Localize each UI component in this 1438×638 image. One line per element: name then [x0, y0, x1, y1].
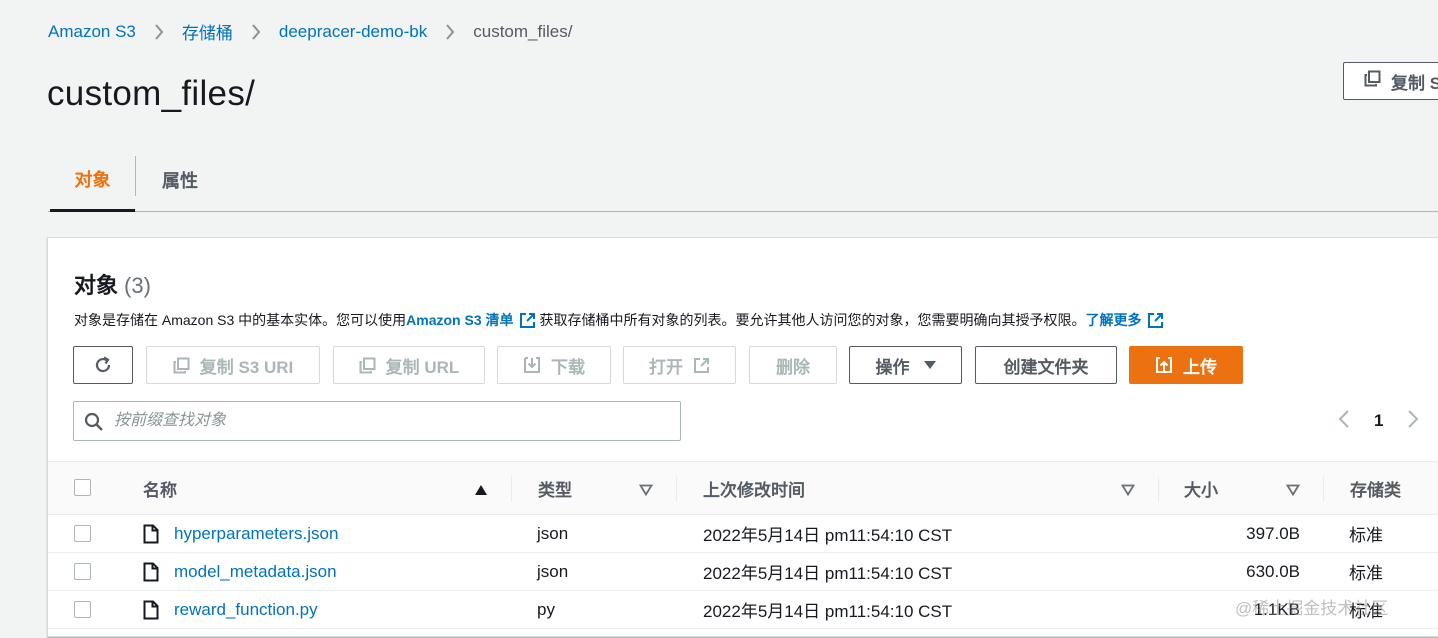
watermark: @稀土掘金技术社区 [1235, 599, 1389, 618]
object-name-link[interactable]: hyperparameters.json [174, 515, 338, 552]
external-link-icon[interactable] [1147, 312, 1164, 329]
table-header: 名称 类型 上次修改时间 大小 存储类 [48, 461, 1438, 515]
page-number[interactable]: 1 [1374, 411, 1383, 431]
object-size: 397.0B [1246, 523, 1300, 543]
column-header-name[interactable]: 名称 [143, 462, 177, 515]
chevron-right-icon[interactable] [1407, 409, 1419, 434]
breadcrumb-current: custom_files/ [473, 21, 573, 41]
row-checkbox[interactable] [74, 601, 91, 618]
sort-ascending-icon[interactable] [474, 483, 488, 501]
download-button[interactable]: 下载 [497, 346, 611, 384]
tab-properties[interactable]: 属性 [136, 148, 224, 211]
select-all-checkbox[interactable] [74, 479, 91, 496]
sort-icon[interactable] [1285, 483, 1301, 501]
column-divider [1323, 476, 1324, 502]
pagination: 1 [1338, 404, 1419, 438]
chevron-right-icon [152, 22, 166, 42]
sort-icon[interactable] [1120, 483, 1136, 501]
object-type: py [537, 599, 555, 619]
refresh-icon [93, 355, 113, 375]
breadcrumb: Amazon S3 存储桶 deepracer-demo-bk custom_f… [48, 19, 572, 44]
copy-icon [1364, 70, 1381, 92]
objects-panel: 对象 (3) 对象是存储在 Amazon S3 中的基本实体。您可以使用 Amaz… [47, 237, 1438, 637]
object-size: 630.0B [1246, 561, 1300, 581]
panel-title-text: 对象 [74, 273, 119, 298]
object-modified: 2022年5月14日 pm11:54:10 CST [703, 602, 953, 621]
learn-more-link[interactable]: 了解更多 [1086, 310, 1142, 330]
sort-icon[interactable] [638, 483, 654, 501]
column-header-modified[interactable]: 上次修改时间 [703, 462, 805, 515]
object-modified: 2022年5月14日 pm11:54:10 CST [703, 526, 953, 545]
object-storage-class: 标准 [1349, 564, 1383, 583]
copy-s3-uri-button[interactable]: 复制 S3 URI [146, 346, 320, 384]
delete-button[interactable]: 删除 [749, 346, 837, 384]
object-count: (3) [124, 273, 151, 298]
copy-s3-uri-top-button[interactable]: 复制 S [1343, 62, 1438, 100]
desc-middle: 获取存储桶中所有对象的列表。要允许其他人访问您的对象，您需要明确向其授予权限。 [539, 312, 1086, 328]
chevron-right-icon [443, 22, 457, 42]
upload-button[interactable]: 上传 [1129, 346, 1243, 384]
object-name-link[interactable]: model_metadata.json [174, 553, 337, 590]
object-modified: 2022年5月14日 pm11:54:10 CST [703, 564, 953, 583]
breadcrumb-bucket[interactable]: deepracer-demo-bk [279, 22, 427, 42]
objects-table: 名称 类型 上次修改时间 大小 存储类 hyperparameters.json… [48, 461, 1438, 629]
column-divider [1158, 476, 1159, 502]
column-header-storage-class[interactable]: 存储类 [1350, 462, 1401, 515]
row-checkbox[interactable] [74, 525, 91, 542]
column-header-size[interactable]: 大小 [1184, 462, 1218, 515]
object-type: json [537, 561, 569, 581]
breadcrumb-buckets[interactable]: 存储桶 [182, 19, 233, 44]
open-button[interactable]: 打开 [623, 346, 736, 384]
object-type: json [537, 523, 569, 543]
file-icon [143, 600, 159, 625]
table-row[interactable]: model_metadata.json json 2022年5月14日 pm11… [48, 553, 1438, 591]
search-input[interactable] [114, 408, 664, 434]
copy-url-button[interactable]: 复制 URL [333, 346, 485, 384]
file-icon [143, 524, 159, 549]
object-storage-class: 标准 [1349, 526, 1383, 545]
copy-icon [173, 357, 190, 373]
table-row[interactable]: hyperparameters.json json 2022年5月14日 pm1… [48, 515, 1438, 553]
panel-description: 对象是存储在 Amazon S3 中的基本实体。您可以使用 Amazon S3 … [74, 310, 1168, 330]
open-label: 打开 [649, 357, 683, 377]
panel-title: 对象 (3) [74, 268, 151, 300]
table-row[interactable]: reward_function.py py 2022年5月14日 pm11:54… [48, 591, 1438, 629]
delete-label: 删除 [776, 357, 810, 377]
download-label: 下载 [551, 357, 585, 377]
column-divider [676, 476, 677, 502]
object-name-link[interactable]: reward_function.py [174, 591, 318, 628]
caret-down-icon [923, 361, 936, 369]
actions-label: 操作 [875, 357, 910, 377]
copy-icon [359, 357, 376, 373]
breadcrumb-amazon-s3[interactable]: Amazon S3 [48, 22, 136, 42]
copy-button-label: 复制 S [1391, 73, 1438, 93]
column-divider [511, 476, 512, 502]
search-box [73, 401, 681, 441]
desc-prefix: 对象是存储在 Amazon S3 中的基本实体。您可以使用 [74, 312, 407, 328]
file-icon [143, 562, 159, 587]
chevron-right-icon [249, 22, 263, 42]
create-folder-label: 创建文件夹 [1003, 357, 1089, 377]
tab-bar: 对象 属性 [48, 148, 1438, 212]
copy-s3-uri-label: 复制 S3 URI [199, 357, 294, 377]
copy-url-label: 复制 URL [385, 357, 460, 377]
search-icon [84, 412, 104, 437]
row-checkbox[interactable] [74, 563, 91, 580]
page-title: custom_files/ [47, 74, 256, 113]
upload-icon [1156, 357, 1172, 373]
external-link-icon [694, 357, 709, 373]
actions-dropdown[interactable]: 操作 [849, 346, 962, 384]
refresh-button[interactable] [73, 346, 133, 384]
inventory-link[interactable]: Amazon S3 清单 [406, 310, 513, 330]
tab-objects[interactable]: 对象 [50, 148, 135, 212]
external-link-icon[interactable] [519, 312, 536, 329]
chevron-left-icon[interactable] [1338, 409, 1350, 434]
download-icon [524, 357, 540, 373]
upload-label: 上传 [1183, 357, 1217, 377]
create-folder-button[interactable]: 创建文件夹 [975, 346, 1117, 384]
column-header-type[interactable]: 类型 [538, 462, 572, 515]
